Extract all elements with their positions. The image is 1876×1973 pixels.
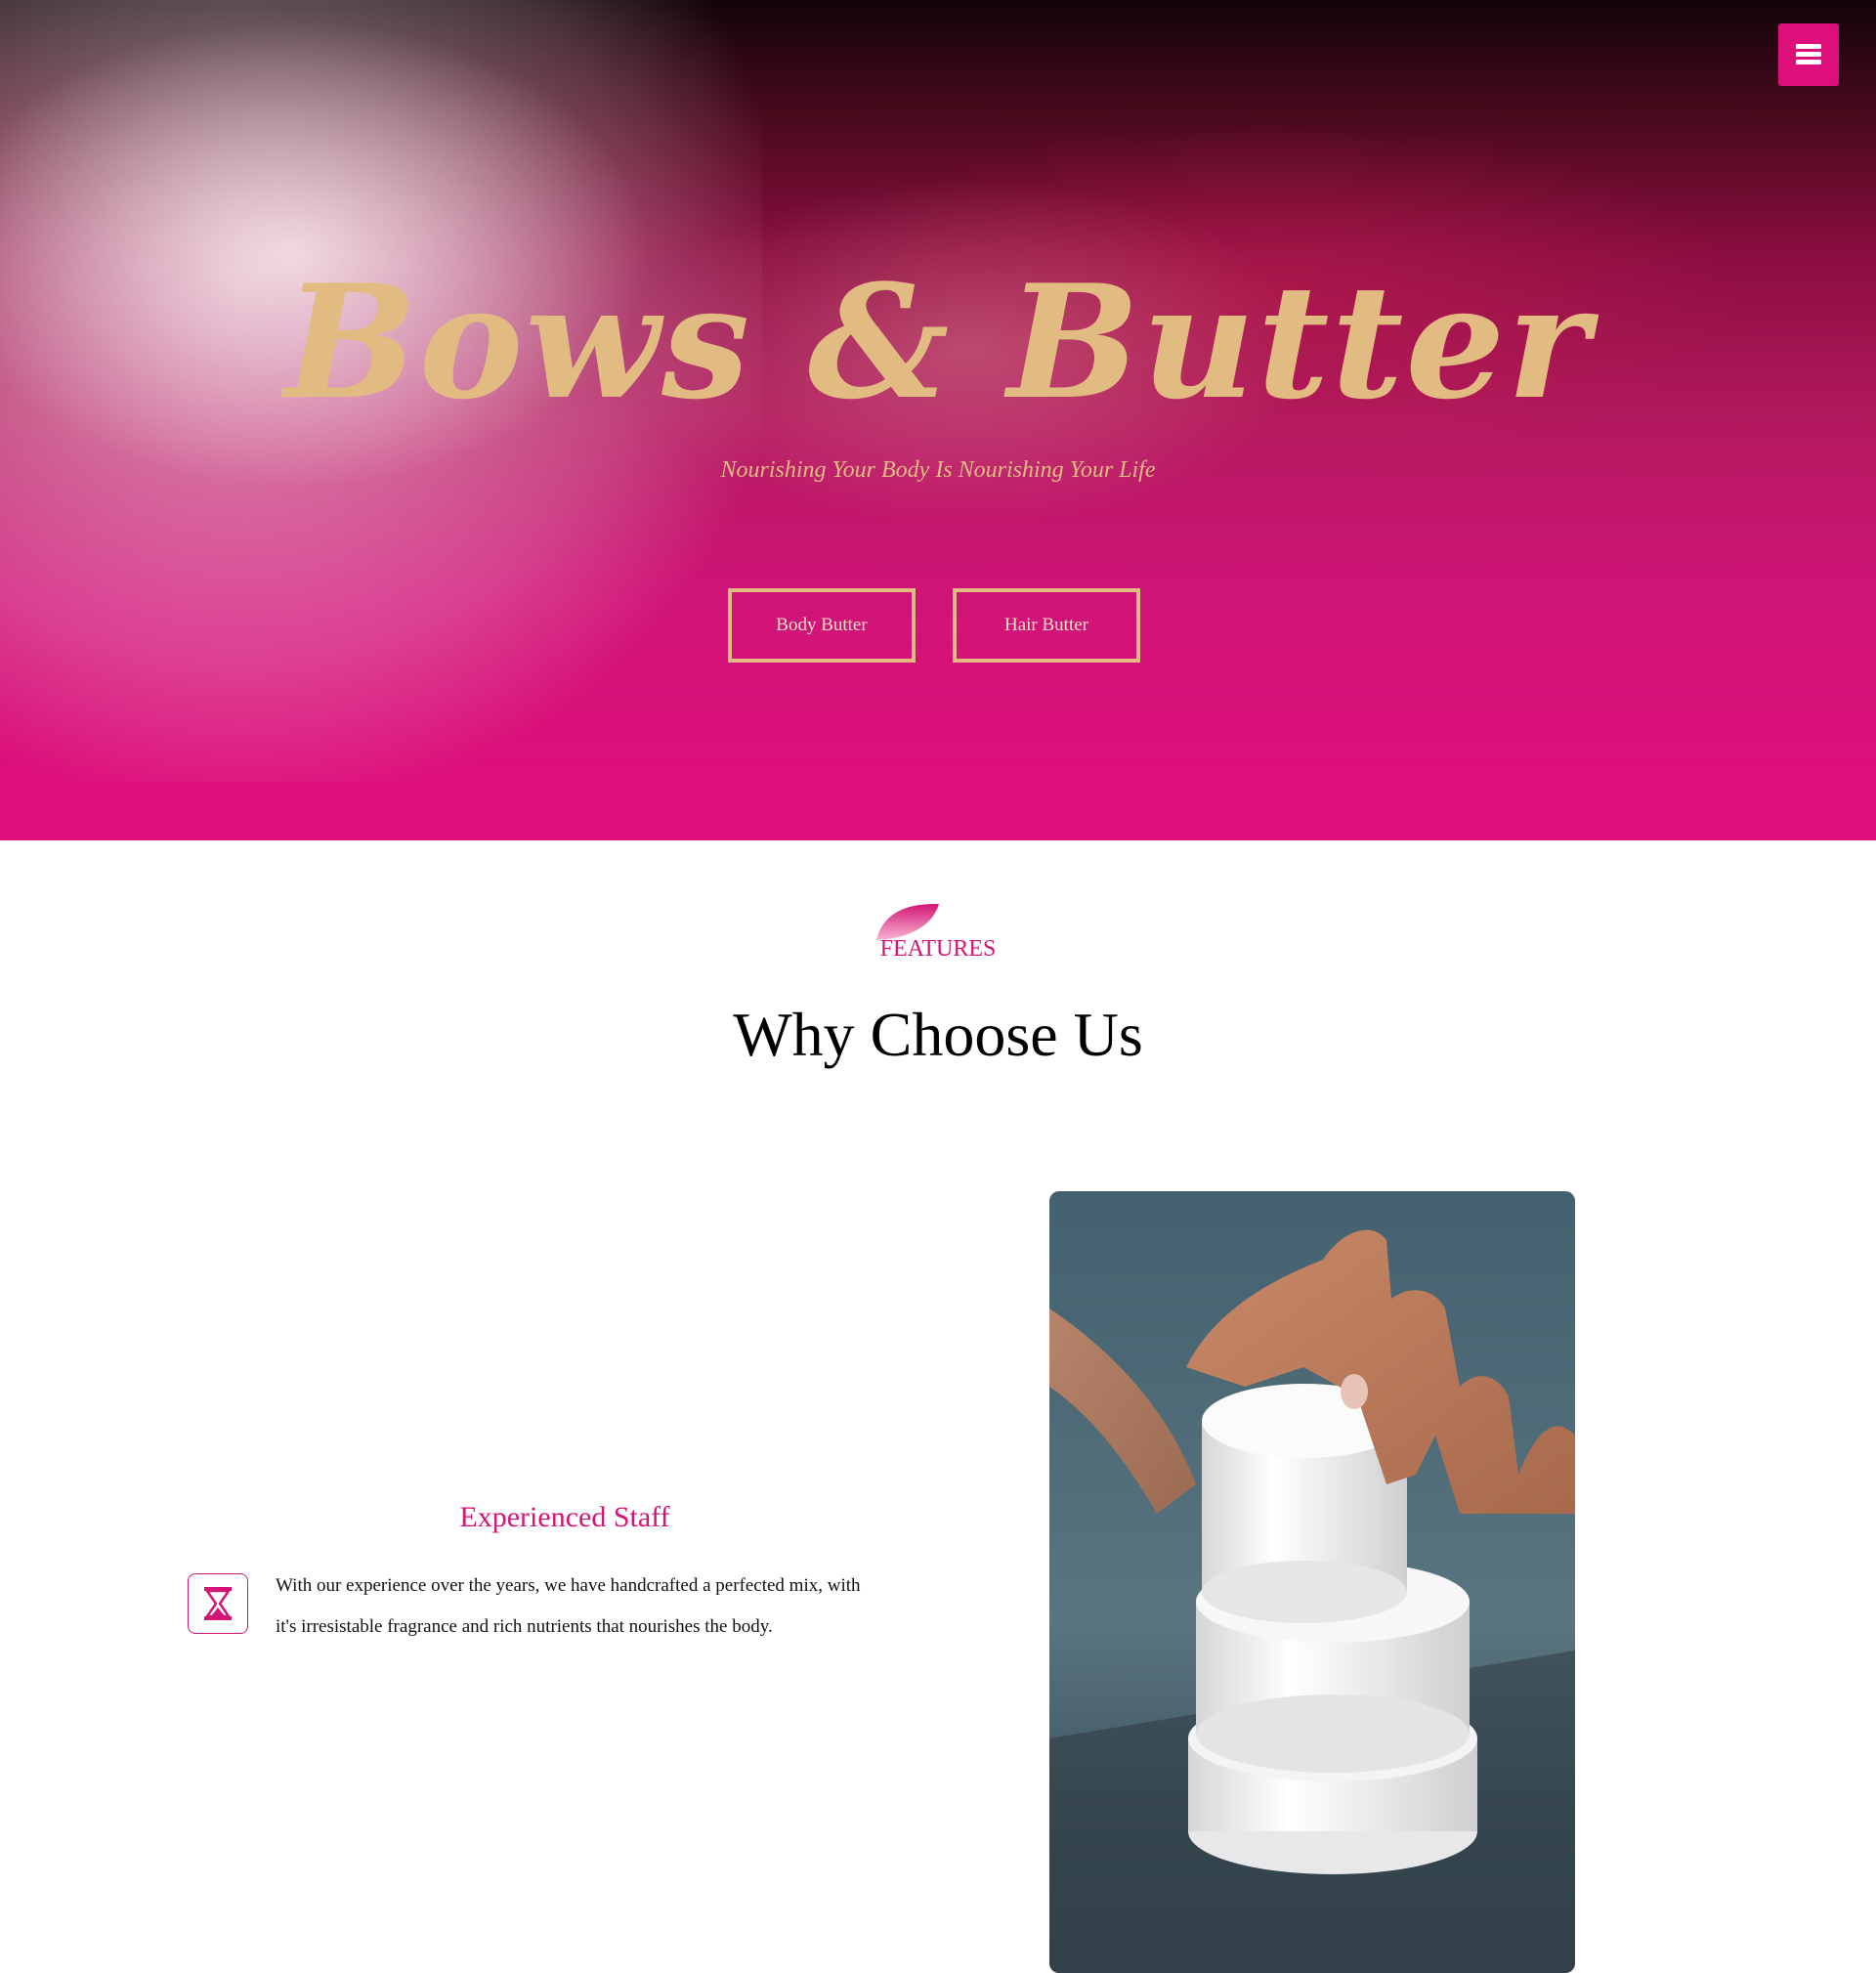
jars-illustration — [1049, 1229, 1575, 1973]
body-butter-button[interactable]: Body Butter — [728, 588, 916, 663]
feature-description: With our experience over the years, we h… — [276, 1566, 920, 1648]
hair-butter-button[interactable]: Hair Butter — [953, 588, 1140, 663]
feature-description-line: it's irresistable fragrance and rich nut… — [276, 1616, 773, 1637]
hamburger-icon — [1796, 44, 1821, 65]
menu-button[interactable] — [1778, 23, 1839, 86]
hero-title: Bows & Butter — [284, 250, 1592, 434]
hero-section: Bows & Butter Nourishing Your Body Is No… — [0, 0, 1876, 840]
features-label: FEATURES — [879, 936, 997, 962]
feature-title: Experienced Staff — [459, 1501, 670, 1533]
product-jars-image — [1049, 1191, 1575, 1973]
feature-icon-box — [188, 1573, 248, 1634]
hourglass-icon — [204, 1587, 232, 1620]
section-title: Why Choose Us — [733, 1000, 1143, 1069]
hero-subtitle: Nourishing Your Body Is Nourishing Your … — [720, 457, 1156, 483]
feature-description-line: With our experience over the years, we h… — [276, 1575, 861, 1596]
